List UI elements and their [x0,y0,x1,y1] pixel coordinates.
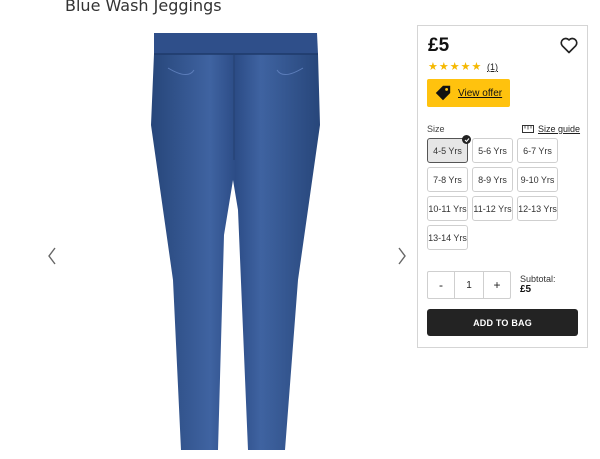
size-option[interactable]: 13-14 Yrs [427,225,468,250]
size-label: Size [427,124,445,134]
star-icon: ★ [471,61,482,73]
size-option-label: 8-9 Yrs [478,174,507,185]
star-icon: ★ [460,61,471,73]
decrease-quantity-button[interactable]: - [428,272,454,298]
view-offer-button[interactable]: View offer [427,79,510,107]
size-option-label: 9-10 Yrs [520,174,555,185]
check-icon [462,135,471,144]
size-option[interactable]: 4-5 Yrs [427,135,471,163]
star-icon: ★ [449,61,460,73]
ruler-icon [522,125,534,133]
product-title: Blue Wash Jeggings [65,0,222,15]
size-option[interactable]: 5-6 Yrs [472,138,513,163]
star-rating: ★ ★ ★ ★ ★ [428,62,481,73]
quantity-stepper: - 1 + [427,271,511,299]
price: £5 [428,35,450,56]
review-count-link[interactable]: (1) [487,62,498,72]
size-guide-link[interactable]: Size guide [522,124,580,134]
increase-quantity-button[interactable]: + [484,272,510,298]
previous-image-button[interactable] [42,241,62,271]
size-option-label: 7-8 Yrs [433,174,462,185]
size-option[interactable]: 8-9 Yrs [472,167,513,192]
quantity-input[interactable]: 1 [454,272,484,298]
size-option-label: 12-13 Yrs [518,203,557,214]
size-option[interactable]: 7-8 Yrs [427,167,468,192]
star-icon: ★ [428,61,438,73]
size-option-label: 13-14 Yrs [428,232,467,243]
size-option[interactable]: 6-7 Yrs [517,138,558,163]
add-to-bag-button[interactable]: ADD TO BAG [427,309,578,336]
size-option[interactable]: 9-10 Yrs [517,167,558,192]
size-option[interactable]: 10-11 Yrs [427,196,468,221]
chevron-left-icon [48,247,56,265]
size-option-label: 11-12 Yrs [473,203,512,214]
subtotal-value: £5 [520,284,532,295]
size-option[interactable]: 12-13 Yrs [517,196,558,221]
size-option-label: 4-5 Yrs [433,145,462,156]
purchase-panel: £5 ★ ★ ★ ★ ★ (1) View offer Size Size gu… [417,25,588,348]
size-option-label: 6-7 Yrs [523,145,552,156]
size-guide-label: Size guide [538,124,581,134]
view-offer-label: View offer [458,87,503,99]
size-option-label: 10-11 Yrs [428,203,467,214]
next-image-button[interactable] [392,241,412,271]
size-option-label: 5-6 Yrs [478,145,507,156]
star-icon: ★ [438,61,449,73]
size-option[interactable]: 11-12 Yrs [472,196,513,221]
subtotal: Subtotal: £5 [520,274,556,295]
heart-icon[interactable] [559,35,579,55]
chevron-right-icon [398,247,406,265]
product-image [151,33,320,450]
subtotal-label: Subtotal: [520,274,556,284]
tag-icon [435,85,451,101]
